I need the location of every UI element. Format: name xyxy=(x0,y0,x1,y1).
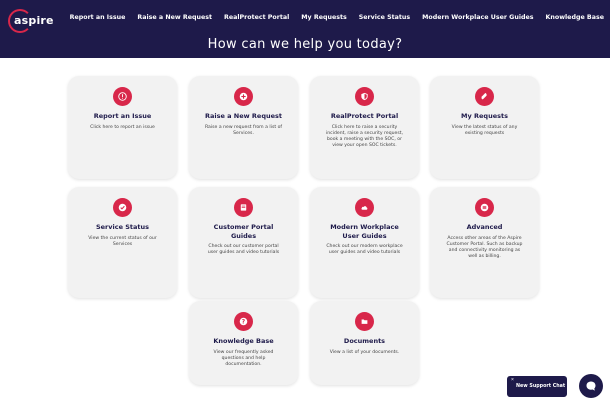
card-description: Click here to report an issue xyxy=(90,124,155,130)
chat-launcher-button[interactable] xyxy=(579,374,603,398)
nav-service-status[interactable]: Service Status xyxy=(359,14,410,21)
card-knowledge-base[interactable]: ? Knowledge Base View our frequently ask… xyxy=(189,301,298,385)
card-modern-workplace-guides[interactable]: Modern Workplace User Guides Check out o… xyxy=(310,187,419,298)
book-icon xyxy=(234,198,253,217)
shield-icon xyxy=(355,87,374,106)
card-description: View our frequently asked questions and … xyxy=(213,349,274,367)
card-description: Raise a new request from a list of Servi… xyxy=(204,124,283,136)
card-advanced[interactable]: Advanced Access other areas of the Aspir… xyxy=(430,187,539,298)
card-customer-portal-guides[interactable]: Customer Portal Guides Check out our cus… xyxy=(189,187,298,298)
card-description: View the current status of our Services xyxy=(88,235,157,247)
card-description: View the latest status of any existing r… xyxy=(451,124,518,136)
card-title: Customer Portal Guides xyxy=(213,223,274,240)
card-my-requests[interactable]: My Requests View the latest status of an… xyxy=(430,76,539,179)
card-report-issue[interactable]: Report an Issue Click here to report an … xyxy=(68,76,177,179)
nav-modern-workplace-guides[interactable]: Modern Workplace User Guides xyxy=(422,14,533,21)
card-title: Documents xyxy=(343,337,386,345)
close-icon[interactable]: × xyxy=(511,377,514,383)
nav-my-requests[interactable]: My Requests xyxy=(301,14,346,21)
nav-report-issue[interactable]: Report an Issue xyxy=(70,14,126,21)
plus-icon xyxy=(234,87,253,106)
folder-icon xyxy=(355,312,374,331)
logo-text: aspire xyxy=(14,14,54,27)
card-documents[interactable]: Documents View a list of your documents. xyxy=(310,301,419,385)
support-chat-label: New Support Chat xyxy=(516,384,566,389)
nav-raise-request[interactable]: Raise a New Request xyxy=(137,14,212,21)
cloud-icon xyxy=(355,198,374,217)
main-nav: Report an Issue Raise a New Request Real… xyxy=(70,14,604,21)
top-header: aspire Report an Issue Raise a New Reque… xyxy=(0,0,610,58)
card-title: Modern Workplace User Guides xyxy=(330,223,399,240)
card-title: Knowledge Base xyxy=(213,337,274,345)
card-description: Access other areas of the Aspire Custome… xyxy=(446,235,523,260)
question-icon: ? xyxy=(234,312,253,331)
card-title: Service Status xyxy=(95,223,150,231)
hero-title: How can we help you today? xyxy=(207,37,403,52)
check-icon xyxy=(113,198,132,217)
card-raise-request[interactable]: Raise a New Request Raise a new request … xyxy=(189,76,298,179)
chat-icon xyxy=(586,381,596,391)
alert-icon xyxy=(113,87,132,106)
card-title: Advanced xyxy=(466,223,503,231)
card-title: RealProtect Portal xyxy=(330,112,399,120)
aspire-logo[interactable]: aspire xyxy=(8,9,54,33)
nav-knowledge-base[interactable]: Knowledge Base xyxy=(546,14,604,21)
card-title: My Requests xyxy=(461,112,508,120)
ticket-icon xyxy=(475,87,494,106)
card-description: Check out our modern workplace user guid… xyxy=(326,244,403,256)
nav-realprotect-portal[interactable]: RealProtect Portal xyxy=(224,14,289,21)
card-realprotect-portal[interactable]: RealProtect Portal Click here to raise a… xyxy=(310,76,419,179)
card-description: Check out our customer portal user guide… xyxy=(207,244,280,256)
card-title: Raise a New Request xyxy=(204,112,282,120)
card-description: Click here to raise a security incident,… xyxy=(325,124,404,149)
support-chat-popup[interactable]: × New Support Chat xyxy=(507,376,567,397)
card-service-status[interactable]: Service Status View the current status o… xyxy=(68,187,177,298)
menu-icon xyxy=(475,198,494,217)
card-title: Report an Issue xyxy=(93,112,152,120)
card-description: View a list of your documents. xyxy=(329,349,400,355)
